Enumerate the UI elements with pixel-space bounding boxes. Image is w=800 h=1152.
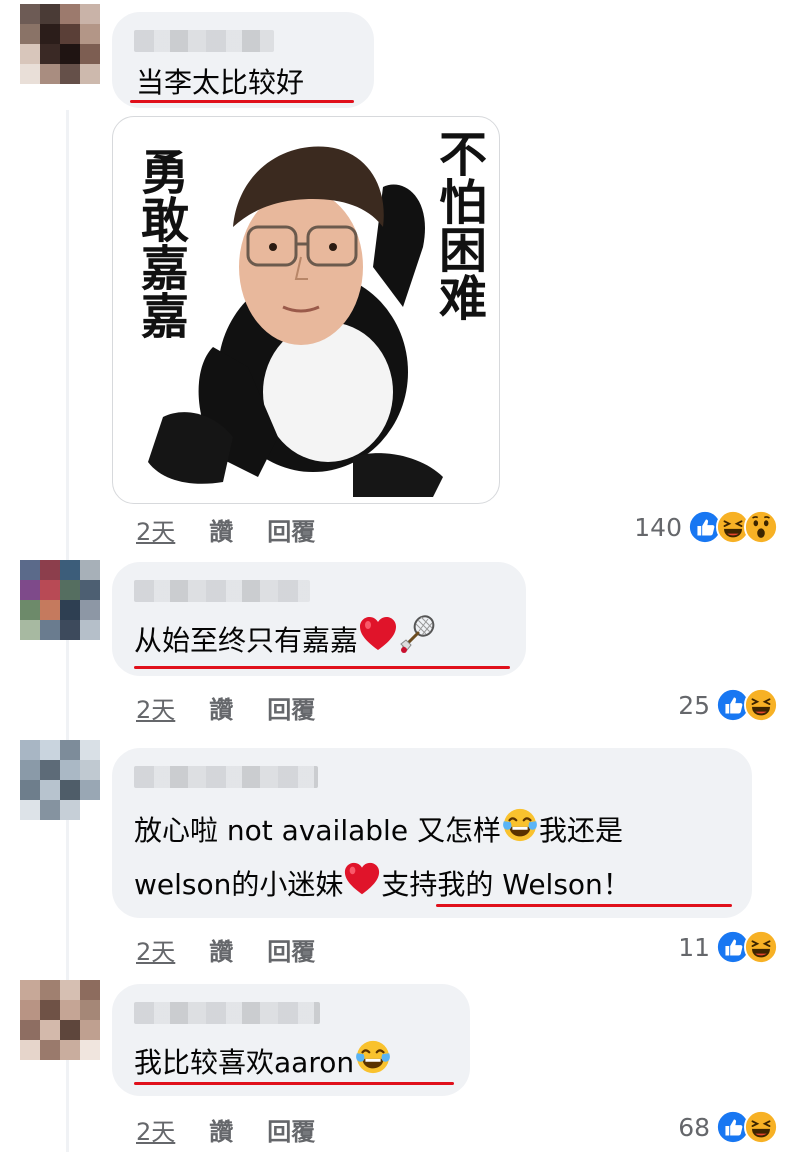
comment-actions: 2天 讚 回覆 bbox=[136, 1112, 349, 1147]
haha-reaction-icon bbox=[744, 930, 778, 964]
like-button[interactable]: 讚 bbox=[209, 512, 233, 547]
comment-text-line: 我比较喜欢aaron bbox=[134, 1038, 392, 1086]
reaction-count: 11 bbox=[678, 932, 710, 962]
comment-text: 我还是 bbox=[538, 814, 623, 847]
reaction-summary[interactable]: 25 bbox=[678, 688, 778, 722]
reply-button[interactable]: 回覆 bbox=[267, 932, 315, 967]
comment-timestamp[interactable]: 2天 bbox=[136, 690, 175, 725]
red-heart-emoji bbox=[343, 860, 381, 898]
comment-bubble: 我比较喜欢aaron bbox=[112, 984, 470, 1096]
reaction-summary[interactable]: 11 bbox=[678, 930, 778, 964]
haha-reaction-icon bbox=[744, 1110, 778, 1144]
reply-button[interactable]: 回覆 bbox=[267, 690, 315, 725]
comment-text: 从始至终只有嘉嘉 bbox=[134, 624, 359, 657]
comment-actions: 2天 讚 回覆 bbox=[136, 512, 349, 547]
reaction-count: 140 bbox=[634, 512, 682, 542]
sticker-left-text: 勇敢嘉嘉 bbox=[132, 147, 188, 339]
reaction-summary[interactable]: 68 bbox=[678, 1110, 778, 1144]
comment-actions: 2天 讚 回覆 bbox=[136, 690, 349, 725]
laugh-tears-emoji bbox=[501, 806, 539, 844]
reaction-summary[interactable]: 140 bbox=[634, 510, 778, 544]
comment-text-line-1: 放心啦 not available 又怎样 我还是 bbox=[134, 806, 623, 854]
commenter-name-blurred[interactable] bbox=[134, 1002, 320, 1024]
comment-underline bbox=[436, 904, 732, 907]
like-button[interactable]: 讚 bbox=[209, 1112, 233, 1147]
wow-reaction-icon bbox=[744, 510, 778, 544]
commenter-name-blurred[interactable] bbox=[134, 766, 318, 788]
comment-text: 放心啦 not available 又怎样 bbox=[134, 814, 501, 847]
comment-text: 支持我的 Welson！ bbox=[381, 868, 631, 901]
comment-text: 我比较喜欢aaron bbox=[134, 1046, 355, 1079]
commenter-name-blurred[interactable] bbox=[134, 580, 310, 602]
comment-underline bbox=[134, 1082, 454, 1085]
comment-underline bbox=[130, 100, 354, 103]
sticker-right-text: 不怕困难 bbox=[430, 129, 486, 321]
comment-bubble: 放心啦 not available 又怎样 我还是 welson的小迷妹 支持我的 … bbox=[112, 748, 752, 918]
comment-bubble: 当李太比较好 bbox=[112, 12, 374, 108]
badminton-emoji bbox=[398, 614, 438, 654]
comment-text-line-2: welson的小迷妹 支持我的 Welson！ bbox=[134, 860, 631, 908]
comment-bubble: 从始至终只有嘉嘉 bbox=[112, 562, 526, 676]
sticker-image[interactable]: 勇敢嘉嘉 不怕困难 bbox=[112, 116, 500, 504]
haha-reaction-icon bbox=[744, 688, 778, 722]
comment-text: welson的小迷妹 bbox=[134, 868, 344, 901]
like-button[interactable]: 讚 bbox=[209, 690, 233, 725]
comment-timestamp[interactable]: 2天 bbox=[136, 1112, 175, 1147]
comment-text-line: 从始至终只有嘉嘉 bbox=[134, 614, 438, 664]
comment-underline bbox=[134, 666, 510, 669]
reply-button[interactable]: 回覆 bbox=[267, 512, 315, 547]
reply-button[interactable]: 回覆 bbox=[267, 1112, 315, 1147]
avatar[interactable] bbox=[20, 980, 100, 1060]
avatar[interactable] bbox=[20, 740, 100, 820]
comment-actions: 2天 讚 回覆 bbox=[136, 932, 349, 967]
reaction-count: 25 bbox=[678, 690, 710, 720]
avatar[interactable] bbox=[20, 4, 100, 84]
avatar[interactable] bbox=[20, 560, 100, 640]
commenter-name-blurred[interactable] bbox=[134, 30, 274, 52]
comment-timestamp[interactable]: 2天 bbox=[136, 932, 175, 967]
red-heart-emoji bbox=[358, 614, 398, 654]
like-button[interactable]: 讚 bbox=[209, 932, 233, 967]
reaction-count: 68 bbox=[678, 1112, 710, 1142]
laugh-tears-emoji bbox=[354, 1038, 392, 1076]
comment-timestamp[interactable]: 2天 bbox=[136, 512, 175, 547]
